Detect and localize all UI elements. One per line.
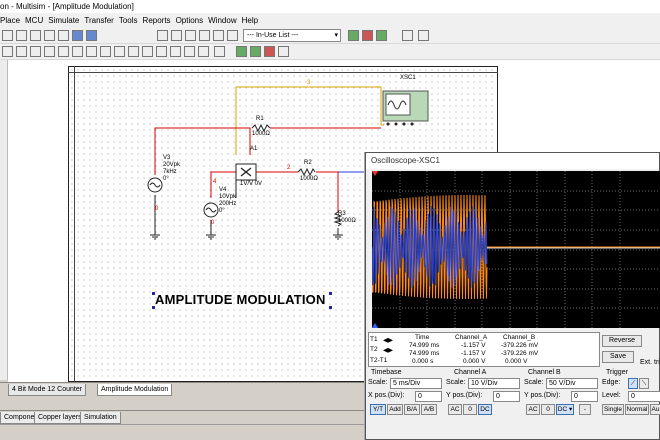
- r1-name: R1: [256, 116, 264, 122]
- channel-b-scale-field[interactable]: 50 V/Div: [546, 378, 598, 389]
- oscilloscope-screen[interactable]: [372, 171, 660, 328]
- v3-freq: 7kHz: [163, 169, 177, 175]
- a1-name: A1: [250, 146, 258, 152]
- timebase-scale-label: Scale:: [368, 379, 388, 386]
- trigger-level-label: Level:: [602, 392, 621, 399]
- r3-name: R3: [338, 211, 346, 217]
- channel-b-scale-label: Scale:: [524, 379, 544, 386]
- readout-header-cha: Channel_A: [455, 334, 488, 341]
- trigger-label: Trigger: [606, 369, 628, 376]
- v3-amp: 20Vpk: [163, 162, 181, 168]
- net-label-0a: 0: [155, 206, 159, 212]
- t1-arrows-icon[interactable]: ◀▶: [383, 336, 393, 344]
- timebase-label: Timebase: [371, 369, 402, 376]
- v3-name: V3: [163, 155, 171, 161]
- readout-t2-label: T2: [370, 346, 378, 353]
- a1-spec: 1V/V 0V: [240, 181, 263, 187]
- channel-b-zero-button[interactable]: 0: [541, 404, 555, 415]
- edge-falling-icon[interactable]: ⟍: [639, 378, 649, 389]
- oscilloscope-window: Oscilloscope-XSC1 Time Channel_A Channel…: [365, 152, 660, 440]
- channel-b-ypos-label: Y pos.(Div):: [524, 392, 561, 399]
- net-label-2: 2: [287, 165, 291, 171]
- readout-diff-b: 0.000 V: [505, 358, 528, 365]
- channel-b-invert-button[interactable]: -: [579, 404, 591, 415]
- save-button[interactable]: Save: [602, 351, 634, 363]
- r3-value: 1000Ω: [338, 218, 356, 224]
- v4-name: V4: [219, 187, 227, 193]
- tab-4bit-counter[interactable]: 4 Bit Mode 12 Counter: [8, 384, 87, 396]
- mode-ba-button[interactable]: B/A: [404, 404, 420, 415]
- channel-a-scale-label: Scale:: [446, 379, 466, 386]
- v3-label: V3 20Vpk 7kHz 0°: [163, 155, 180, 183]
- readout-t2-a: -1.157 V: [461, 350, 486, 357]
- channel-a-label: Channel A: [454, 369, 487, 376]
- tab-copper-layers[interactable]: Copper layers: [34, 412, 86, 424]
- net-label-3: 3: [307, 80, 311, 86]
- mode-add-button[interactable]: Add: [387, 404, 403, 415]
- channel-b-ac-button[interactable]: AC: [526, 404, 540, 415]
- tab-am-label: Amplitude Modulation: [101, 386, 169, 393]
- trigger-normal-button[interactable]: Normal: [625, 404, 649, 415]
- readout-t1-a: -1.157 V: [461, 342, 486, 349]
- circuit-title-label[interactable]: AMPLITUDE MODULATION: [155, 292, 326, 307]
- channel-b-dc-label: DC: [557, 406, 568, 413]
- channel-a-ypos-label: Y pos.(Div):: [446, 392, 483, 399]
- mode-yt-button[interactable]: Y/T: [370, 404, 386, 415]
- net-label-0b: 0: [211, 220, 215, 226]
- readout-header-time: Time: [415, 334, 430, 341]
- timebase-xpos-label: X pos.(Div):: [368, 392, 405, 399]
- v4-freq: 200Hz: [219, 201, 237, 207]
- t2-arrows-icon[interactable]: ◀▶: [383, 346, 393, 354]
- channel-b-ypos-field[interactable]: 0: [571, 391, 598, 402]
- trigger-single-button[interactable]: Single: [602, 404, 624, 415]
- trigger-edge-label: Edge:: [602, 379, 621, 386]
- ext-trigger-label: Ext. tri: [640, 359, 660, 366]
- trigger-level-field[interactable]: 0: [628, 391, 660, 402]
- channel-b-label: Channel B: [528, 369, 561, 376]
- readout-diff-label: T2-T1: [370, 357, 388, 364]
- channel-a-zero-button[interactable]: 0: [463, 404, 477, 415]
- channel-a-dc-button[interactable]: DC: [478, 404, 492, 415]
- readout-t2-time: 74.999 ms: [409, 350, 440, 357]
- timebase-xpos-field[interactable]: 0: [415, 391, 442, 402]
- v4-phase: 0°: [219, 208, 225, 214]
- channel-a-scale-field[interactable]: 10 V/Div: [468, 378, 520, 389]
- tab-amplitude-modulation[interactable]: Amplitude Modulation: [97, 384, 173, 396]
- reverse-button[interactable]: Reverse: [602, 335, 642, 347]
- oscilloscope-title[interactable]: Oscilloscope-XSC1: [366, 153, 659, 169]
- r1-value: 1000Ω: [252, 131, 270, 137]
- readout-header-chb: Channel_B: [503, 334, 536, 341]
- channel-b-dc-button[interactable]: DC ▾: [556, 404, 574, 415]
- readout-t2-b: -379.226 mV: [501, 350, 539, 357]
- v4-label: V4 10Vpk 200Hz 0°: [219, 187, 236, 215]
- net-label-4: 4: [213, 179, 217, 185]
- xsc1-label: XSC1: [400, 75, 416, 81]
- readout-panel: Time Channel_A Channel_B T1 ◀▶ 74.999 ms…: [368, 332, 600, 367]
- r1-label: R1: [256, 116, 264, 123]
- edge-rising-icon[interactable]: ⟋: [628, 378, 638, 389]
- mode-ab-button[interactable]: A/B: [421, 404, 437, 415]
- trigger-auto-button[interactable]: Au: [650, 404, 660, 415]
- readout-t1-b: -379.226 mV: [501, 342, 539, 349]
- r2-name: R2: [304, 160, 312, 166]
- readout-diff-a: 0.000 V: [463, 358, 486, 365]
- readout-t1-label: T1: [370, 336, 378, 343]
- tab-simulation[interactable]: Simulation: [80, 412, 121, 424]
- timebase-scale-field[interactable]: 5 ms/Div: [390, 378, 442, 389]
- readout-t1-time: 74.999 ms: [409, 342, 440, 349]
- channel-a-ypos-field[interactable]: 0: [493, 391, 520, 402]
- v4-amp: 10Vpk: [219, 194, 237, 200]
- tab-4bit-label: 4 Bit Mode 12 Counter: [12, 386, 83, 393]
- r2-value: 1000Ω: [300, 176, 318, 182]
- readout-diff-time: 0.000 s: [412, 358, 434, 365]
- v3-phase: 0°: [163, 176, 169, 182]
- channel-a-ac-button[interactable]: AC: [448, 404, 462, 415]
